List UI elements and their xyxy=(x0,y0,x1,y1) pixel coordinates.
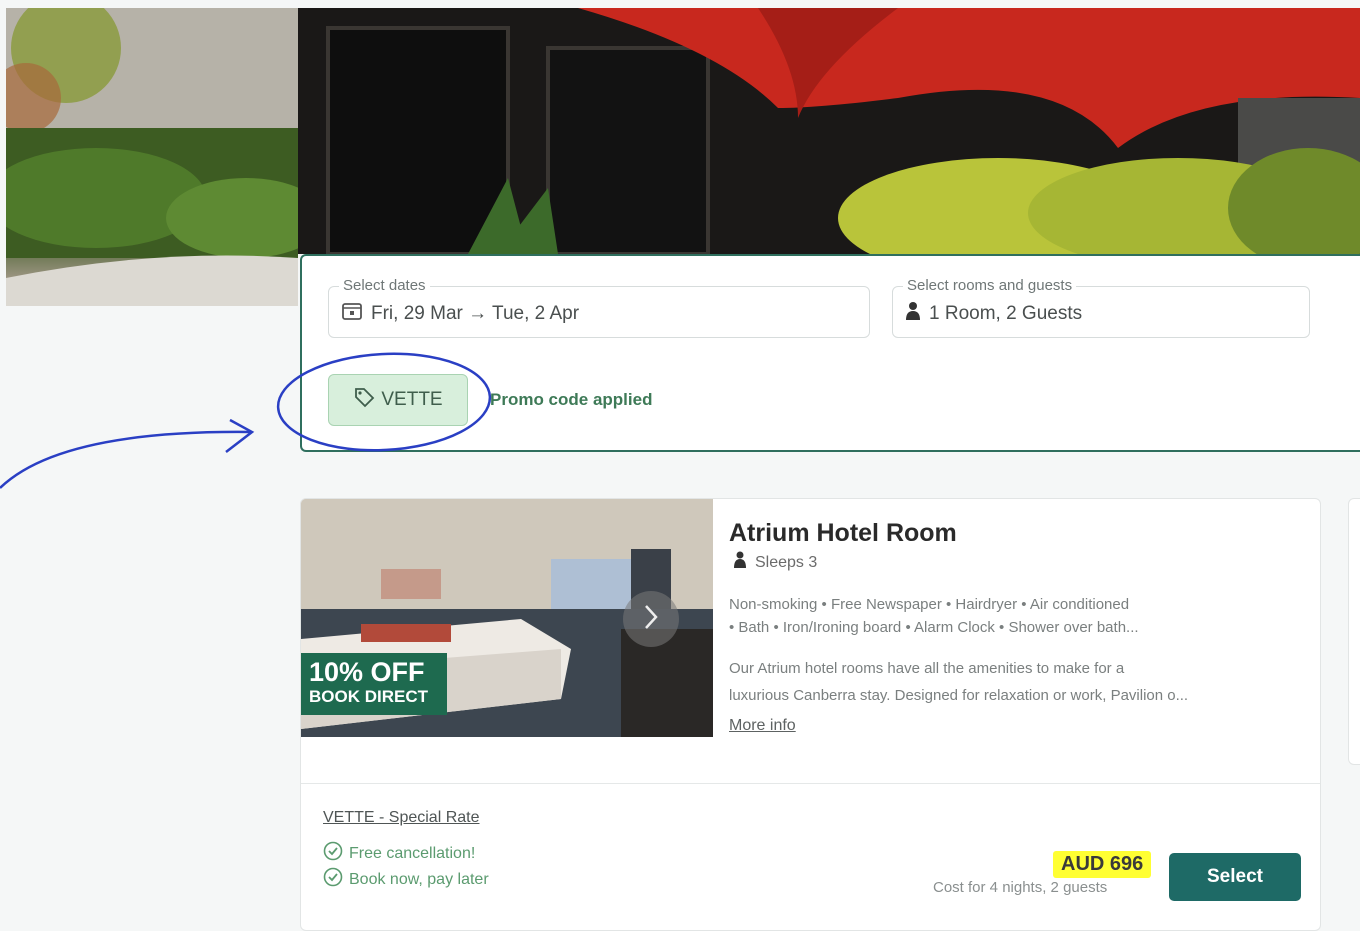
tag-icon xyxy=(353,386,375,414)
room-capacity: Sleeps 3 xyxy=(733,551,817,574)
calendar-icon xyxy=(341,301,363,327)
perk-pay-later: Book now, pay later xyxy=(323,867,489,892)
rate-price-note: Cost for 4 nights, 2 guests xyxy=(933,879,1108,896)
room-amenities: Non-smoking • Free Newspaper • Hairdryer… xyxy=(729,593,1289,639)
person-icon xyxy=(905,301,921,327)
date-range-value: Fri, 29 Mar → Tue, 2 Apr xyxy=(371,303,580,324)
chevron-right-icon xyxy=(641,603,661,636)
next-room-card-edge xyxy=(1348,498,1360,765)
description-line: luxurious Canberra stay. Designed for re… xyxy=(729,687,1189,704)
rooms-guests-field[interactable]: Select rooms and guests 1 Room, 2 Guests xyxy=(892,277,1310,338)
booking-search-panel: Select dates Fri, 29 Mar → Tue, 2 Apr Se… xyxy=(300,254,1360,452)
amenities-line: • Bath • Iron/Ironing board • Alarm Cloc… xyxy=(729,619,1139,636)
more-info-link[interactable]: More info xyxy=(729,717,796,735)
room-card: 10% OFF BOOK DIRECT Atrium Hotel Room Sl… xyxy=(300,498,1321,931)
offer-badge: 10% OFF BOOK DIRECT xyxy=(301,653,447,715)
room-title: Atrium Hotel Room xyxy=(729,519,957,547)
divider xyxy=(301,783,1320,784)
date-range-label: Select dates xyxy=(339,277,430,294)
rate-price: AUD 696 xyxy=(1053,851,1152,878)
room-description: Our Atrium hotel rooms have all the amen… xyxy=(729,655,1309,709)
hero-image-hotel-entrance xyxy=(298,8,1360,254)
promo-status-text: Promo code applied xyxy=(490,390,653,409)
carousel-next-button[interactable] xyxy=(623,591,679,647)
perk-free-cancellation: Free cancellation! xyxy=(323,841,475,866)
rooms-guests-value: 1 Room, 2 Guests xyxy=(929,303,1083,324)
promo-code-chip[interactable]: VETTE xyxy=(328,374,468,426)
date-range-field[interactable]: Select dates Fri, 29 Mar → Tue, 2 Apr xyxy=(328,277,870,338)
room-photo: 10% OFF BOOK DIRECT xyxy=(301,499,713,737)
promo-code-text: VETTE xyxy=(381,389,443,410)
description-line: Our Atrium hotel rooms have all the amen… xyxy=(729,660,1125,677)
offer-badge-subtext: BOOK DIRECT xyxy=(309,687,428,706)
perk-text: Free cancellation! xyxy=(349,844,476,862)
perk-text: Book now, pay later xyxy=(349,870,489,888)
rate-name-link[interactable]: VETTE - Special Rate xyxy=(323,809,480,827)
person-icon xyxy=(733,551,747,574)
hero-image-garden xyxy=(6,8,298,306)
room-capacity-text: Sleeps 3 xyxy=(755,553,818,571)
check-circle-icon xyxy=(323,841,343,866)
check-circle-icon xyxy=(323,867,343,892)
select-rate-button[interactable]: Select xyxy=(1169,853,1301,901)
amenities-line: Non-smoking • Free Newspaper • Hairdryer… xyxy=(729,596,1130,613)
offer-badge-discount: 10% OFF xyxy=(309,657,425,687)
rooms-guests-label: Select rooms and guests xyxy=(903,277,1077,294)
